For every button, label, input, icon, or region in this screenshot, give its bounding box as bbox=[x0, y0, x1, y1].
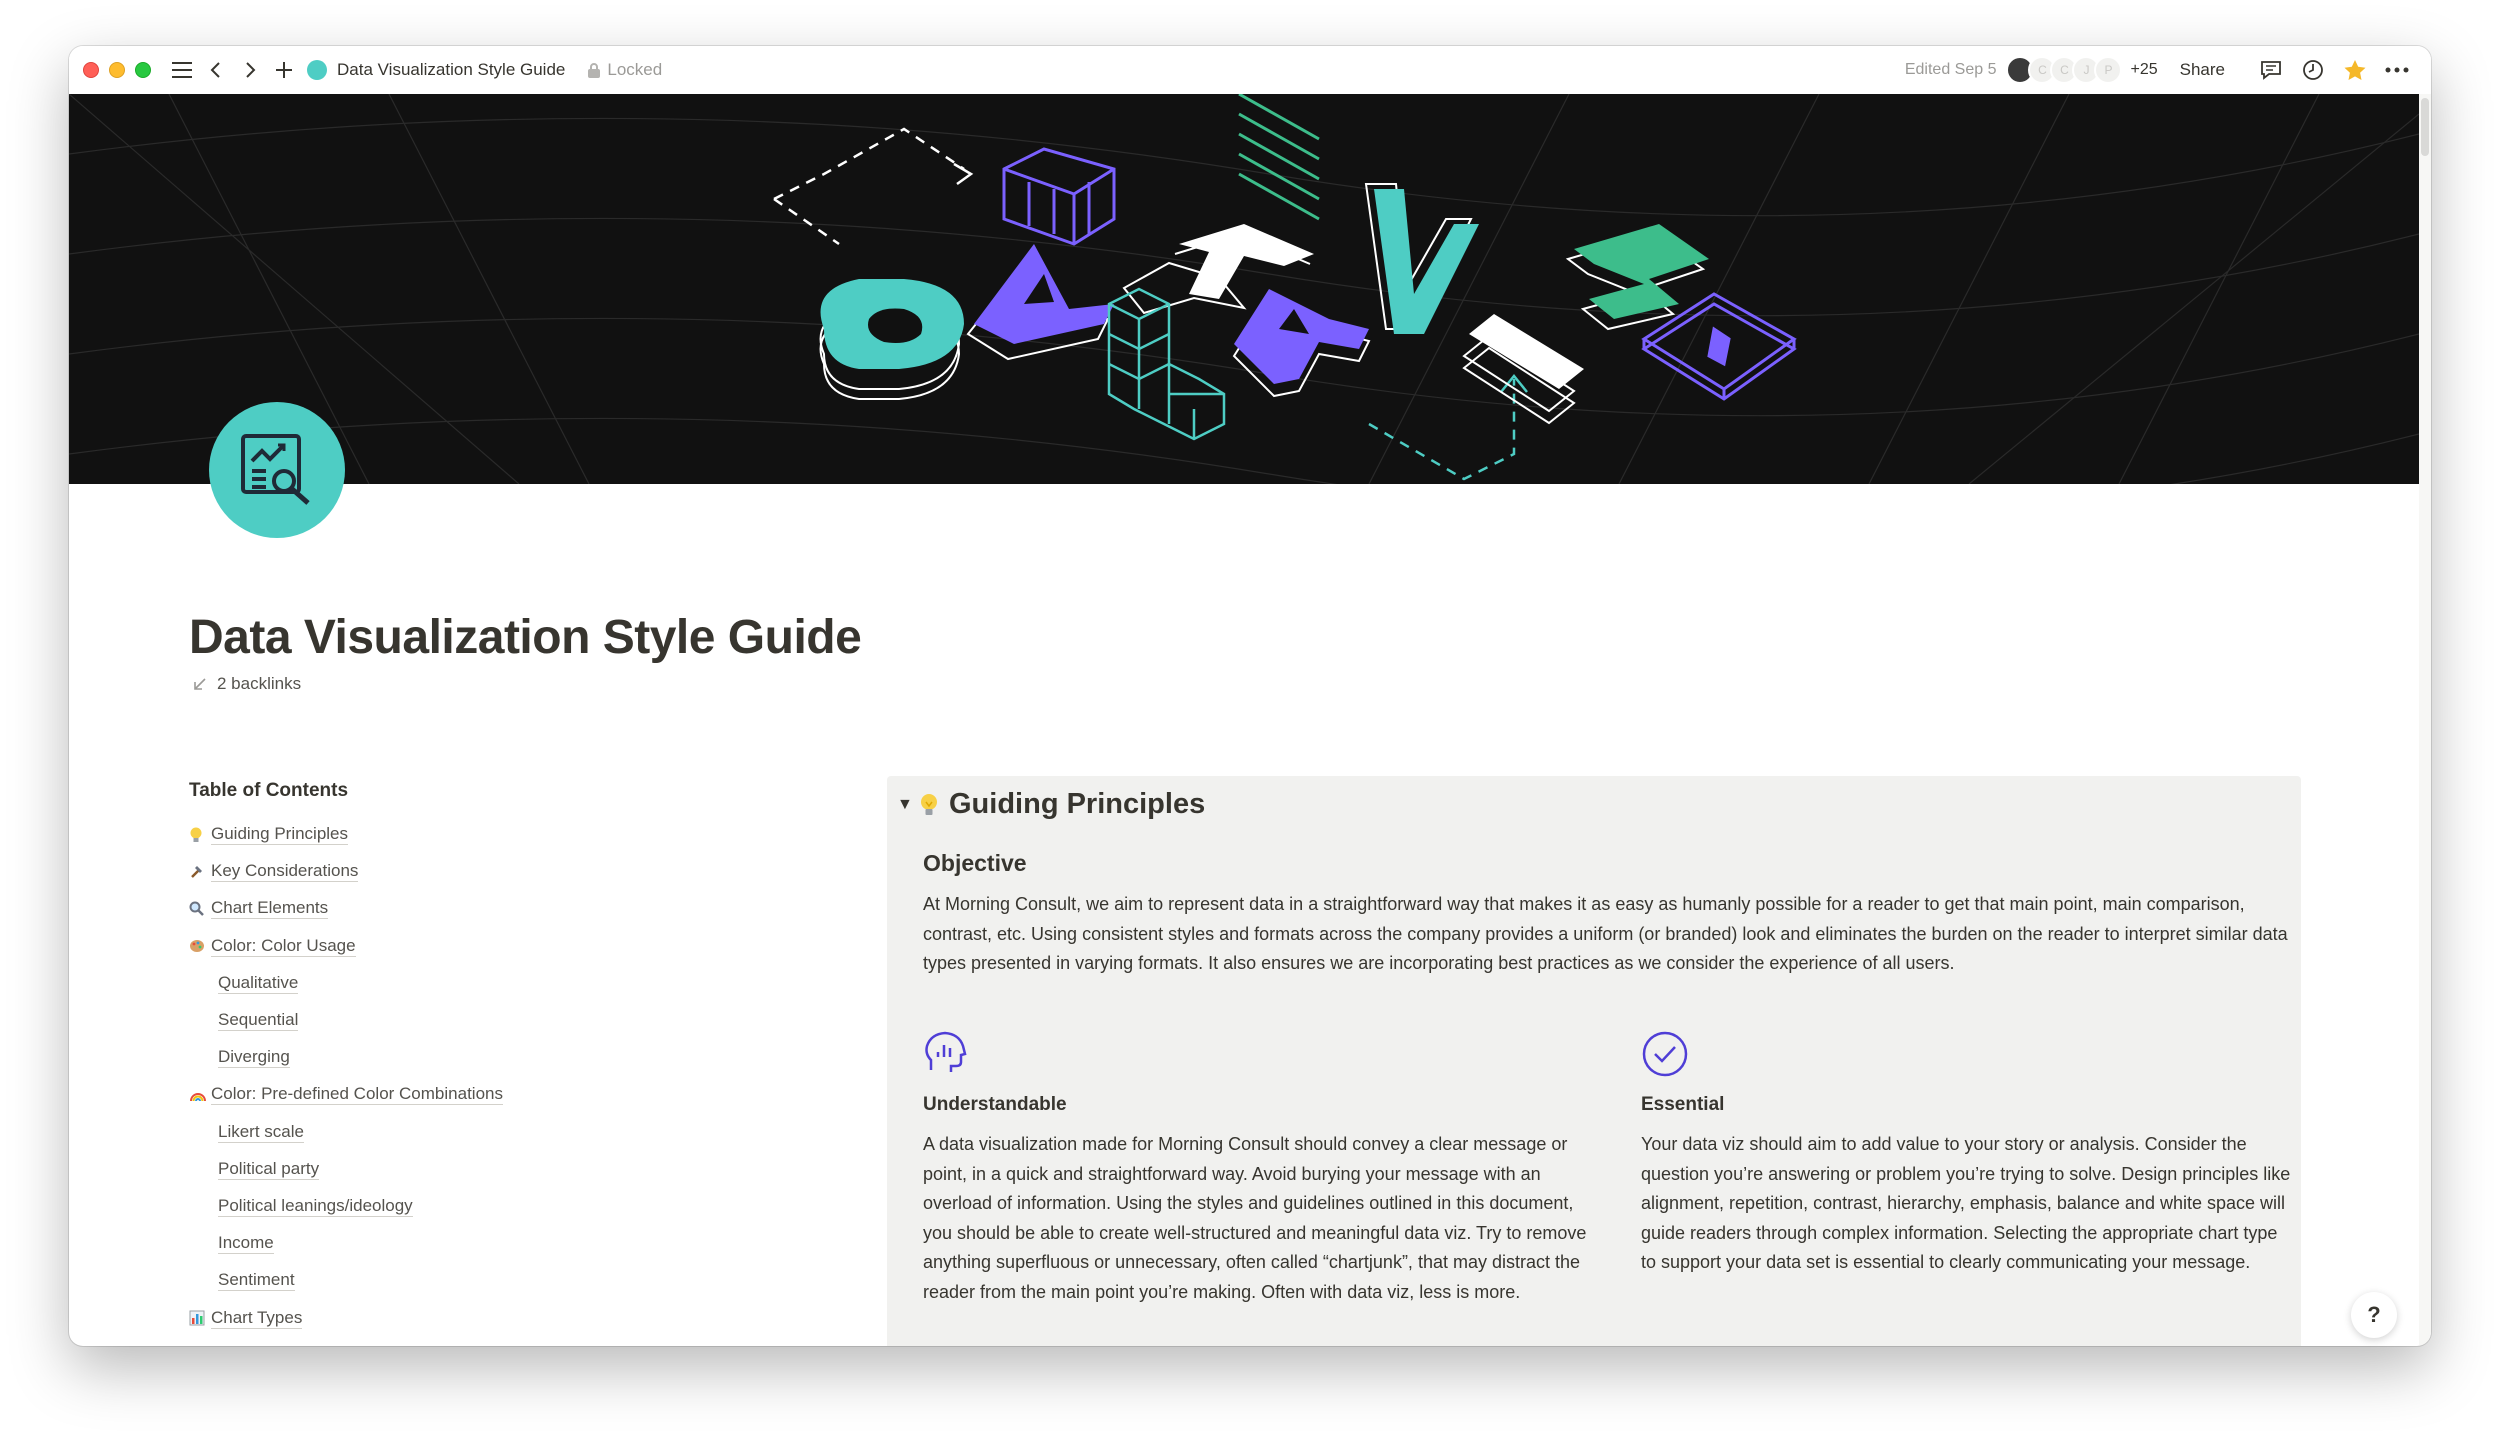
understandable-column: Understandable A data visualization made… bbox=[923, 1030, 1589, 1308]
toc-item-sequential[interactable]: Sequential bbox=[189, 1002, 829, 1039]
forward-arrow-icon[interactable] bbox=[235, 55, 265, 85]
scrollbar-thumb[interactable] bbox=[2421, 98, 2429, 156]
help-button[interactable]: ? bbox=[2351, 1292, 2397, 1338]
toc-item-qualitative[interactable]: Qualitative bbox=[189, 965, 829, 1002]
essential-heading: Essential bbox=[1641, 1094, 1725, 1115]
toggle-triangle-icon[interactable]: ▼ bbox=[897, 796, 919, 814]
head-chart-icon bbox=[925, 1031, 967, 1072]
objective-heading: Objective bbox=[923, 850, 1027, 876]
guiding-principles-toggle: ▼ Guiding Principles Objective At Mornin… bbox=[887, 776, 2301, 1346]
essential-column: Essential Your data viz should aim to ad… bbox=[1641, 1030, 2297, 1278]
new-page-plus-icon[interactable] bbox=[269, 55, 299, 85]
favorite-star-icon[interactable] bbox=[2339, 54, 2371, 86]
check-circle-icon bbox=[1642, 1031, 1688, 1077]
understandable-paragraph: A data visualization made for Morning Co… bbox=[923, 1134, 1587, 1302]
toc-item-political-leanings[interactable]: Political leanings/ideology bbox=[189, 1188, 829, 1225]
more-options-icon[interactable] bbox=[2381, 54, 2413, 86]
history-clock-icon[interactable] bbox=[2297, 54, 2329, 86]
locked-indicator[interactable]: Locked bbox=[587, 60, 662, 80]
lock-label: Locked bbox=[607, 60, 663, 79]
app-window: Data Visualization Style Guide Locked Ed… bbox=[69, 46, 2431, 1346]
toc-item-likert-scale[interactable]: Likert scale bbox=[189, 1114, 829, 1151]
collaborator-avatars[interactable]: C C J P bbox=[2006, 56, 2123, 84]
page-cover-image bbox=[69, 94, 2419, 484]
backlinks-link[interactable]: 2 backlinks bbox=[193, 674, 301, 694]
backlink-arrow-icon bbox=[194, 678, 206, 690]
back-arrow-icon[interactable] bbox=[201, 55, 231, 85]
share-button[interactable]: Share bbox=[2180, 60, 2225, 80]
toc-item-income[interactable]: Income bbox=[189, 1225, 829, 1262]
toc-item-diverging[interactable]: Diverging bbox=[189, 1039, 829, 1076]
toggle-title: Guiding Principles bbox=[949, 788, 1206, 820]
rainbow-icon bbox=[190, 1092, 206, 1102]
toc-item-chart-types[interactable]: Chart Types bbox=[189, 1299, 829, 1336]
table-of-contents: Table of Contents Guiding Principles Key… bbox=[189, 780, 829, 1337]
close-window-button[interactable] bbox=[83, 62, 99, 78]
sidebar-menu-icon[interactable] bbox=[167, 55, 197, 85]
breadcrumb-page-title[interactable]: Data Visualization Style Guide bbox=[337, 60, 565, 80]
page-title[interactable]: Data Visualization Style Guide bbox=[189, 610, 862, 665]
essential-paragraph: Your data viz should aim to add value to… bbox=[1641, 1134, 2291, 1273]
breadcrumb-page-icon bbox=[307, 60, 327, 80]
toc-item-color-usage[interactable]: Color: Color Usage bbox=[189, 928, 829, 965]
lightbulb-icon bbox=[921, 793, 937, 815]
toc-item-political-party[interactable]: Political party bbox=[189, 1151, 829, 1188]
avatar[interactable]: P bbox=[2094, 56, 2123, 84]
lightbulb-icon bbox=[190, 827, 202, 842]
last-edited-label[interactable]: Edited Sep 5 bbox=[1905, 61, 1997, 79]
toc-item-sentiment[interactable]: Sentiment bbox=[189, 1262, 829, 1299]
toc-heading: Table of Contents bbox=[189, 780, 349, 801]
objective-paragraph: At Morning Consult, we aim to represent … bbox=[923, 894, 2288, 974]
palette-icon bbox=[190, 940, 204, 953]
dataviz-cover-illustration bbox=[69, 94, 2419, 484]
backlinks-label: 2 backlinks bbox=[217, 674, 302, 693]
zoom-window-button[interactable] bbox=[135, 62, 151, 78]
magnifier-icon bbox=[189, 901, 204, 916]
page-scrollbar[interactable] bbox=[2419, 94, 2431, 1346]
chart-magnifier-icon bbox=[241, 434, 310, 505]
toggle-header[interactable]: ▼ Guiding Principles bbox=[897, 788, 1205, 821]
lock-icon bbox=[588, 63, 601, 78]
understandable-heading: Understandable bbox=[923, 1094, 1067, 1115]
toc-item-guiding-principles[interactable]: Guiding Principles bbox=[189, 816, 829, 853]
toc-item-key-considerations[interactable]: Key Considerations bbox=[189, 853, 829, 890]
hammer-icon bbox=[191, 865, 202, 878]
toc-item-chart-elements[interactable]: Chart Elements bbox=[189, 890, 829, 927]
comments-icon[interactable] bbox=[2255, 54, 2287, 86]
page-icon[interactable] bbox=[209, 402, 345, 538]
bar-chart-icon bbox=[189, 1310, 205, 1326]
title-bar: Data Visualization Style Guide Locked Ed… bbox=[69, 46, 2431, 94]
more-collaborators-count[interactable]: +25 bbox=[2130, 61, 2157, 79]
toc-item-predefined-color-combinations[interactable]: Color: Pre-defined Color Combinations bbox=[189, 1076, 829, 1113]
window-controls bbox=[83, 62, 151, 78]
minimize-window-button[interactable] bbox=[109, 62, 125, 78]
